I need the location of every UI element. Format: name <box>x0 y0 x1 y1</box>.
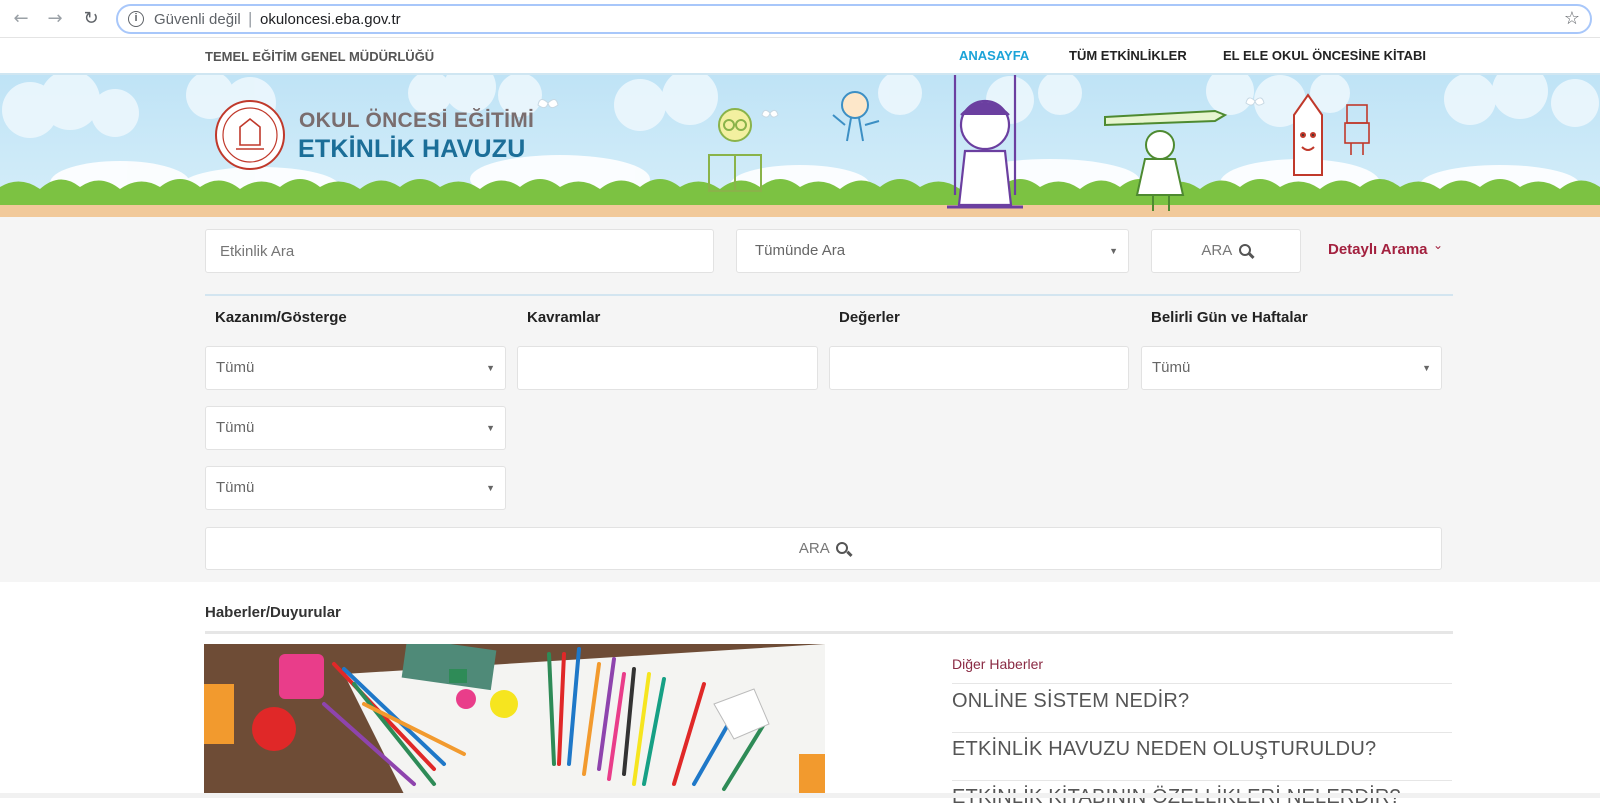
filter-search-label: ARA <box>798 540 829 557</box>
kazanim-select-3[interactable]: Tümü ▼ <box>205 466 506 510</box>
filter-header-belirli-gun: Belirli Gün ve Haftalar <box>1151 309 1308 326</box>
url-separator: | <box>248 9 253 28</box>
caret-down-icon: ▼ <box>486 483 495 493</box>
filter-header-kazanim: Kazanım/Gösterge <box>215 309 347 326</box>
degerler-input[interactable] <box>829 346 1129 390</box>
nav-tum-etkinlikler[interactable]: TÜM ETKİNLİKLER <box>1069 48 1187 63</box>
security-status: Güvenli değil <box>154 11 241 28</box>
search-scope-select[interactable]: Tümünde Ara ▼ <box>736 229 1129 273</box>
nav-el-ele-kitabi[interactable]: EL ELE OKUL ÖNCESİNE KİTABI <box>1223 48 1426 63</box>
activity-search-input[interactable] <box>205 229 714 273</box>
horizontal-scrollbar[interactable] <box>0 793 1600 798</box>
search-icon <box>1238 244 1251 256</box>
news-featured-image[interactable] <box>204 644 825 794</box>
kazanim-select-2-value: Tümü <box>216 419 255 436</box>
banner-title-line1: OKUL ÖNCESİ EĞİTİMİ <box>299 109 535 132</box>
bookmark-star-icon[interactable]: ☆ <box>1564 8 1580 29</box>
browser-toolbar: ← → ↻ i Güvenli değil | okuloncesi.eba.g… <box>0 0 1600 38</box>
top-navigation: TEMEL EĞİTİM GENEL MÜDÜRLÜĞÜ ANASAYFA TÜ… <box>0 38 1600 75</box>
caret-down-icon: ▼ <box>486 423 495 433</box>
meb-seal-icon <box>215 100 285 170</box>
search-icon <box>836 542 849 554</box>
filter-header-degerler: Değerler <box>839 309 900 326</box>
news-separator <box>952 780 1452 781</box>
search-button[interactable]: ARA <box>1151 229 1301 273</box>
chevron-down-icon[interactable]: ⌄ <box>1433 238 1443 252</box>
colored-pencils-image <box>204 644 825 794</box>
filter-search-button[interactable]: ARA <box>205 527 1442 570</box>
caret-down-icon: ▼ <box>1109 246 1118 256</box>
kazanim-select-3-value: Tümü <box>216 479 255 496</box>
kavramlar-input[interactable] <box>517 346 818 390</box>
news-divider <box>205 631 1453 634</box>
forward-arrow-icon[interactable]: → <box>44 8 66 30</box>
belirli-gun-select-value: Tümü <box>1152 359 1191 376</box>
news-heading: Haberler/Duyurular <box>205 604 341 621</box>
hero-banner: OKUL ÖNCESİ EĞİTİMİ ETKİNLİK HAVUZU <box>0 75 1600 217</box>
search-scope-value: Tümünde Ara <box>755 242 846 259</box>
kazanim-select-1[interactable]: Tümü ▼ <box>205 346 506 390</box>
news-separator <box>952 683 1452 684</box>
banner-illustration <box>0 75 1600 217</box>
filter-header-kavramlar: Kavramlar <box>527 309 601 326</box>
url-text[interactable]: okuloncesi.eba.gov.tr <box>260 11 401 28</box>
caret-down-icon: ▼ <box>486 363 495 373</box>
search-button-label: ARA <box>1201 242 1232 259</box>
banner-title-line2: ETKİNLİK HAVUZU <box>298 135 526 163</box>
kazanim-select-1-value: Tümü <box>216 359 255 376</box>
detailed-search-link[interactable]: Detaylı Arama <box>1328 241 1428 258</box>
news-link-1[interactable]: ONLİNE SİSTEM NEDİR? <box>952 690 1189 713</box>
belirli-gun-select[interactable]: Tümü ▼ <box>1141 346 1442 390</box>
address-bar[interactable]: i Güvenli değil | okuloncesi.eba.gov.tr … <box>116 4 1592 34</box>
news-link-2[interactable]: ETKİNLİK HAVUZU NEDEN OLUŞTURULDU? <box>952 738 1376 761</box>
org-name[interactable]: TEMEL EĞİTİM GENEL MÜDÜRLÜĞÜ <box>205 49 434 64</box>
search-divider <box>205 294 1453 296</box>
back-arrow-icon[interactable]: ← <box>10 8 32 30</box>
news-separator <box>952 732 1452 733</box>
info-icon[interactable]: i <box>128 11 144 27</box>
caret-down-icon: ▼ <box>1422 363 1431 373</box>
kazanim-select-2[interactable]: Tümü ▼ <box>205 406 506 450</box>
other-news-label[interactable]: Diğer Haberler <box>952 656 1043 672</box>
reload-icon[interactable]: ↻ <box>80 8 102 30</box>
nav-anasayfa[interactable]: ANASAYFA <box>959 48 1029 63</box>
